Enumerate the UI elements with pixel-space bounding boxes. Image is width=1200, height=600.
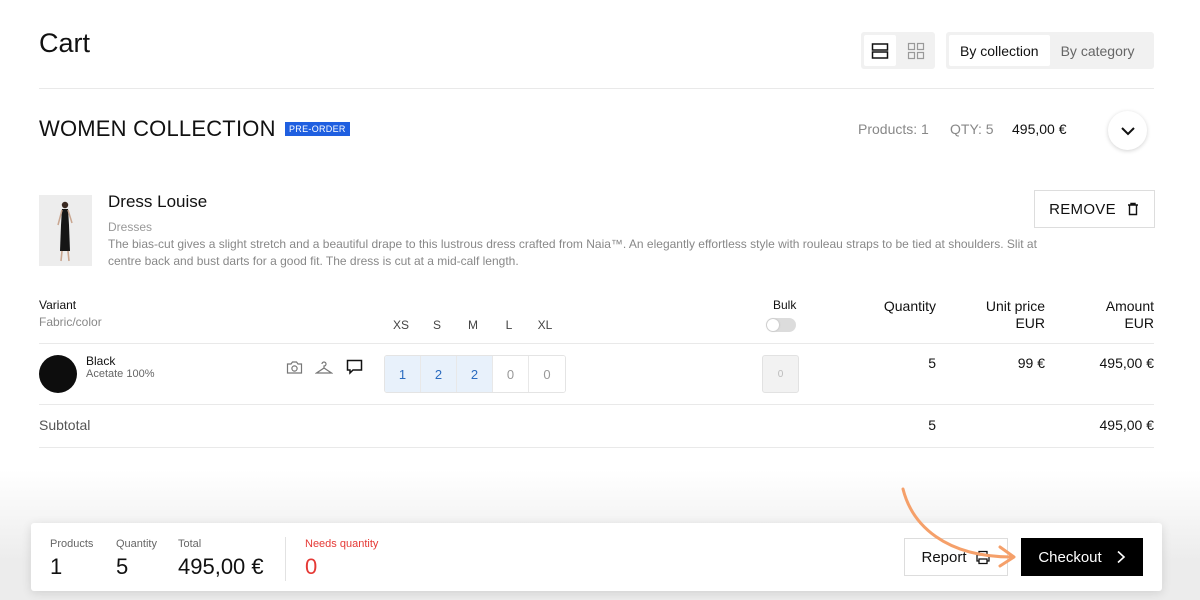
summary-total-value: 495,00 € — [178, 554, 264, 579]
size-header-s: S — [432, 318, 441, 332]
chevron-down-icon — [1120, 126, 1135, 135]
unit-price-header: Unit price — [985, 298, 1045, 314]
comment-icon — [346, 359, 362, 375]
size-header-l: L — [505, 318, 513, 332]
product-image[interactable] — [39, 195, 92, 266]
qty-input-xl[interactable]: 0 — [529, 356, 565, 392]
printer-icon — [975, 550, 990, 564]
row-unit-price: 99 € — [1017, 355, 1045, 371]
needs-quantity-label: Needs quantity — [305, 538, 379, 550]
row-quantity: 5 — [928, 355, 936, 371]
qty-input-m[interactable]: 2 — [457, 356, 493, 392]
unit-price-currency: EUR — [1015, 315, 1045, 331]
summary-products-label: Products — [50, 538, 94, 550]
summary-separator — [285, 537, 286, 581]
summary-quantity-value: 5 — [116, 554, 129, 579]
bulk-input[interactable]: 0 — [762, 355, 799, 393]
product-name[interactable]: Dress Louise — [108, 192, 207, 212]
collapse-button[interactable] — [1108, 111, 1147, 150]
summary-products-value: 1 — [50, 554, 63, 579]
product-category: Dresses — [108, 220, 153, 234]
row-amount: 495,00 € — [1099, 355, 1155, 371]
size-quantity-group: 1 2 2 0 0 — [384, 355, 566, 393]
grid-icon — [907, 42, 925, 59]
bulk-toggle[interactable] — [766, 318, 796, 332]
subtotal-amount: 495,00 € — [1099, 417, 1155, 433]
report-button[interactable]: Report — [904, 538, 1008, 576]
subtotal-label: Subtotal — [39, 417, 91, 433]
color-swatch — [39, 355, 77, 393]
product-description: The bias-cut gives a slight stretch and … — [108, 237, 1037, 268]
collection-title: WOMEN COLLECTION — [39, 116, 276, 141]
row-divider — [39, 404, 1154, 405]
variant-color: Black — [86, 354, 116, 368]
variant-header: Variant — [39, 298, 77, 312]
grid-view-button[interactable] — [900, 35, 932, 66]
collection-total: 495,00 € — [1012, 121, 1067, 137]
qty-input-l[interactable]: 0 — [493, 356, 529, 392]
collection-qty: QTY: 5 — [950, 121, 994, 137]
size-header-m: M — [468, 318, 478, 332]
by-category-button[interactable]: By category — [1050, 35, 1146, 66]
remove-button[interactable]: REMOVE — [1034, 190, 1155, 228]
needs-quantity-value: 0 — [305, 554, 318, 579]
photo-button[interactable] — [285, 358, 303, 376]
camera-icon — [286, 360, 302, 374]
size-header-xl: XL — [537, 318, 553, 332]
comment-button[interactable] — [345, 358, 363, 376]
remove-label: REMOVE — [1049, 200, 1116, 218]
collection-products-count: Products: 1 — [858, 121, 929, 137]
size-header-xs: XS — [392, 318, 409, 332]
by-collection-button[interactable]: By collection — [949, 35, 1050, 66]
amount-currency: EUR — [1124, 315, 1154, 331]
list-view-button[interactable] — [864, 35, 896, 66]
hanger-button[interactable] — [315, 358, 333, 376]
dress-figure-image — [39, 195, 92, 266]
bulk-header: Bulk — [773, 298, 797, 312]
summary-quantity-label: Quantity — [116, 538, 157, 550]
group-toggle: By collection By category — [946, 32, 1154, 69]
qty-input-s[interactable]: 2 — [421, 356, 457, 392]
hanger-icon — [315, 360, 333, 374]
trash-icon — [1127, 202, 1138, 216]
subtotal-quantity: 5 — [928, 417, 936, 433]
checkout-label: Checkout — [1038, 548, 1102, 566]
chevron-right-icon — [1117, 550, 1125, 564]
variant-fabric: Acetate 100% — [86, 368, 155, 380]
report-label: Report — [921, 548, 967, 566]
page-title: Cart — [39, 28, 91, 58]
preorder-badge: PRE-ORDER — [285, 122, 350, 136]
header-divider — [39, 88, 1154, 89]
summary-total-label: Total — [178, 538, 202, 550]
table-header-divider — [39, 343, 1154, 344]
bulk-toggle-knob — [767, 319, 779, 331]
quantity-header: Quantity — [883, 298, 936, 314]
amount-header: Amount — [1105, 298, 1154, 314]
rows-icon — [871, 42, 889, 59]
subtotal-divider — [39, 447, 1154, 448]
view-toggle — [861, 32, 935, 69]
variant-subheader: Fabric/color — [39, 315, 102, 329]
checkout-button[interactable]: Checkout — [1021, 538, 1143, 576]
qty-input-xs[interactable]: 1 — [385, 356, 421, 392]
